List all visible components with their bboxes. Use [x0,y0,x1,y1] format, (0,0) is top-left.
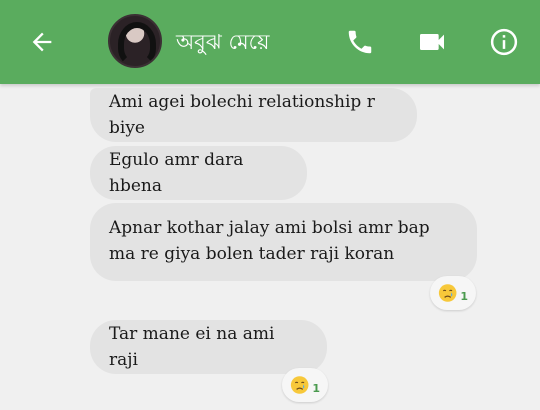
reaction-count: 1 [460,289,468,303]
info-icon [490,28,518,56]
video-call-button[interactable] [414,24,450,60]
info-button[interactable] [486,24,522,60]
reaction-count: 1 [312,381,320,395]
message-bubble[interactable]: Apnar kothar jalay ami bolsi amr bap ma … [90,203,477,281]
message-text: Apnar kothar jalay ami bolsi amr bap ma … [109,218,430,264]
message-list[interactable]: Ami agei bolechi relationship r biye Egu… [0,84,540,410]
message-bubble[interactable]: Egulo amr dara hbena [90,146,307,200]
back-arrow-icon [32,32,52,52]
reaction-badge[interactable]: 1 [282,368,328,402]
call-button[interactable] [342,24,378,60]
message-bubble[interactable]: Tar mane ei na ami raji [90,320,327,374]
contact-name[interactable]: অবুঝ মেয়ে [176,28,269,56]
message-text: Egulo amr dara hbena [109,150,244,196]
video-camera-icon [420,34,444,50]
reaction-badge[interactable]: 1 [430,276,476,310]
chat-header: অবুঝ মেয়ে [0,0,540,84]
avatar[interactable] [108,14,162,68]
message-text: Tar mane ei na ami raji [109,324,275,370]
crying-face-icon [290,376,309,394]
crying-face-icon [438,284,457,302]
message-bubble[interactable]: Ami agei bolechi relationship r biye [90,88,417,142]
back-button[interactable] [22,22,62,62]
message-text: Ami agei bolechi relationship r biye [109,92,375,138]
phone-icon [348,30,372,54]
